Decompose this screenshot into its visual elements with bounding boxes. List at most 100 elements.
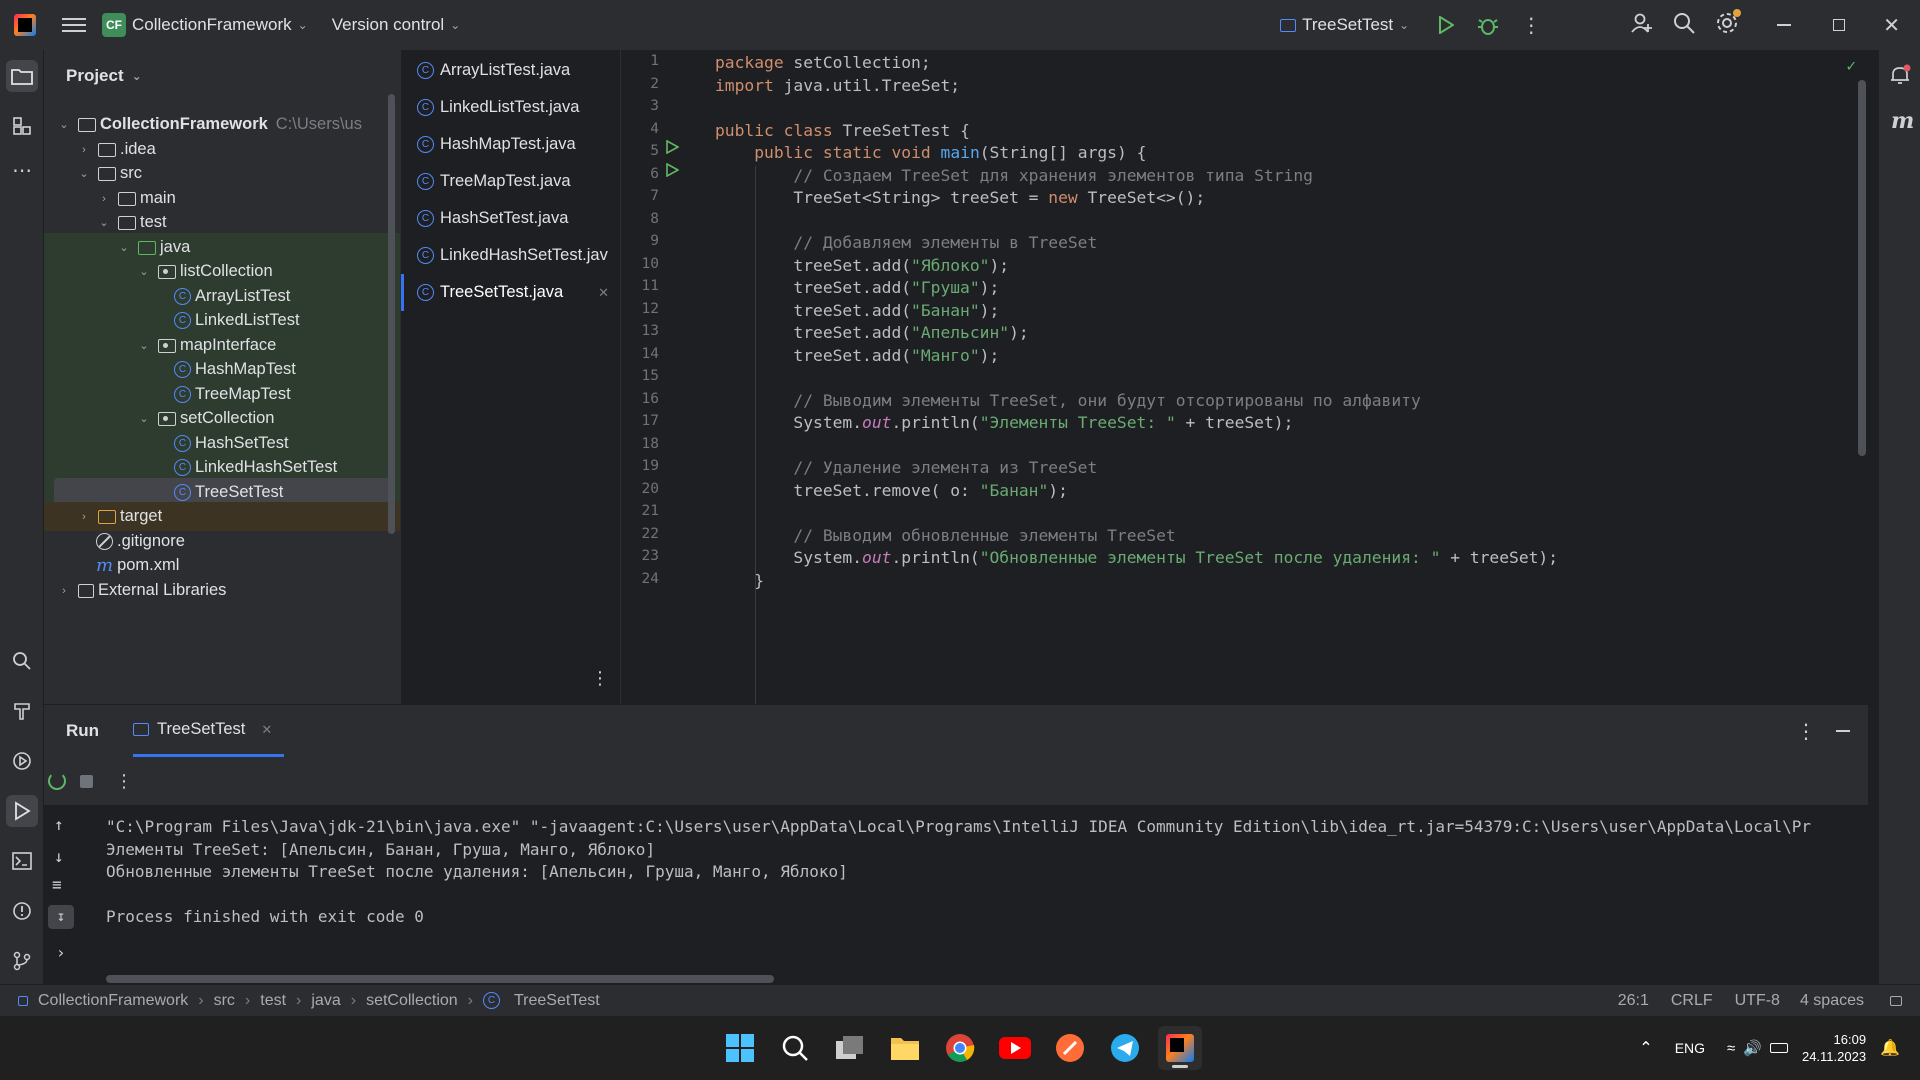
project-tool-folder-icon[interactable] [6, 60, 38, 92]
find-search-icon[interactable] [6, 645, 38, 677]
breadcrumb-item[interactable]: test [260, 992, 286, 1010]
run-tab-treesettest[interactable]: TreeSetTest ✕ [133, 705, 285, 757]
code-line[interactable]: treeSet.add("Апельсин"); [715, 323, 1028, 342]
telegram-icon[interactable] [1103, 1026, 1147, 1070]
run-button[interactable] [1435, 14, 1457, 36]
indent-setting[interactable]: 4 spaces [1800, 992, 1864, 1010]
more-run-actions-icon[interactable]: ⋮ [115, 771, 133, 792]
project-scrollbar[interactable] [388, 94, 395, 534]
code-line[interactable]: TreeSet<String> treeSet = new TreeSet<>(… [715, 188, 1205, 207]
services-icon[interactable] [6, 745, 38, 777]
code-line[interactable]: treeSet.add("Манго"); [715, 346, 999, 365]
code-line[interactable]: System.out.println("Элементы TreeSet: " … [715, 413, 1293, 432]
rerun-icon[interactable] [48, 772, 66, 790]
no-problems-check-icon[interactable]: ✓ [1846, 56, 1856, 75]
tab-arraylisttest[interactable]: C ArrayListTest.java [401, 52, 621, 89]
scroll-down-arrow-icon[interactable]: ↓ [54, 847, 64, 866]
run-options-icon[interactable]: ⋮ [1796, 719, 1816, 744]
code-line[interactable]: // Выводим элементы TreeSet, они будут о… [715, 391, 1420, 410]
git-branch-icon[interactable] [6, 945, 38, 977]
minimize-button[interactable] [1777, 24, 1792, 26]
file-encoding[interactable]: UTF-8 [1735, 992, 1780, 1010]
hide-panel-icon[interactable] [1836, 730, 1850, 732]
notification-center-icon[interactable]: 🔔 [1880, 1038, 1900, 1058]
main-menu-button[interactable] [62, 13, 86, 37]
tab-hashsettest[interactable]: C HashSetTest.java [401, 200, 621, 237]
code-line[interactable]: // Создаем TreeSet для хранения элементо… [715, 166, 1313, 185]
clock[interactable]: 16:09 24.11.2023 [1802, 1031, 1866, 1065]
code-line[interactable]: import java.util.TreeSet; [715, 76, 960, 95]
maven-icon[interactable]: m [1891, 108, 1914, 134]
search-icon[interactable] [773, 1026, 817, 1070]
code-line[interactable]: // Добавляем элементы в TreeSet [715, 233, 1097, 252]
expand-more-icon[interactable]: › [56, 943, 66, 962]
intellij-taskbar-icon[interactable] [1158, 1026, 1202, 1070]
task-view-icon[interactable] [828, 1026, 872, 1070]
restore-button[interactable] [1833, 19, 1846, 31]
tab-linkedlisttest[interactable]: C LinkedListTest.java [401, 89, 621, 126]
notifications-bell-icon[interactable] [1889, 64, 1911, 91]
line-endings[interactable]: CRLF [1671, 992, 1713, 1010]
tab-treemaptest[interactable]: C TreeMapTest.java [401, 163, 621, 200]
tray-overflow-chevron-icon[interactable]: ⌃ [1639, 1038, 1652, 1058]
code-line[interactable]: treeSet.add("Груша"); [715, 278, 999, 297]
terminal-icon[interactable] [6, 845, 38, 877]
input-language[interactable]: ENG [1675, 1040, 1705, 1056]
chrome-icon[interactable] [938, 1026, 982, 1070]
tab-linkedhashsettest[interactable]: C LinkedHashSetTest.jav [401, 237, 621, 274]
tabs-more-icon[interactable]: ⋮ [591, 668, 609, 689]
file-explorer-icon[interactable] [883, 1026, 927, 1070]
breadcrumb-item[interactable]: src [214, 992, 235, 1010]
more-tools-icon[interactable]: ⋯ [6, 154, 38, 186]
volume-icon[interactable]: 🔊 [1743, 1039, 1762, 1057]
code-line[interactable]: treeSet.add("Банан"); [715, 301, 999, 320]
code-line[interactable]: public static void main(String[] args) { [715, 143, 1146, 162]
run-config-selector[interactable]: TreeSetTest ⌄ [1280, 15, 1409, 35]
postman-icon[interactable] [1048, 1026, 1092, 1070]
breadcrumb-item[interactable]: CollectionFramework [38, 992, 188, 1010]
scroll-to-end-icon[interactable]: ↧ [48, 905, 74, 929]
code-line[interactable]: // Выводим обновленные элементы TreeSet [715, 526, 1175, 545]
build-hammer-icon[interactable] [6, 695, 38, 727]
more-actions-button[interactable]: ⋮ [1521, 13, 1541, 38]
breadcrumb-item[interactable]: java [311, 992, 340, 1010]
console-hscrollbar[interactable] [106, 975, 774, 983]
editor-scrollbar[interactable] [1858, 80, 1866, 456]
code-line[interactable]: public class TreeSetTest { [715, 121, 970, 140]
stop-icon[interactable] [80, 774, 93, 788]
close-tab-icon[interactable]: ✕ [598, 285, 609, 301]
wifi-icon[interactable]: ≈ [1727, 1040, 1735, 1057]
windows-start-icon[interactable] [718, 1026, 762, 1070]
youtube-icon[interactable] [993, 1026, 1037, 1070]
code-line[interactable]: } [715, 571, 764, 590]
code-editor[interactable]: 1 2 3 4 5 6 7 8 9 10 11 12 13 14 15 16 17 18 19 20 21 22 23 24 … [621, 50, 1868, 704]
code-line[interactable]: // Удаление элемента из TreeSet [715, 458, 1097, 477]
tree-row-external-libraries[interactable]: › External Libraries [44, 576, 400, 605]
structure-icon[interactable] [6, 110, 38, 142]
run-tool-icon[interactable] [6, 795, 38, 827]
problems-icon[interactable] [6, 895, 38, 927]
code-line[interactable]: System.out.println("Обновленные элементы… [715, 548, 1558, 567]
add-user-icon[interactable] [1631, 12, 1653, 39]
tab-hashmaptest[interactable]: C HashMapTest.java [401, 126, 621, 163]
close-tab-icon[interactable]: ✕ [261, 722, 272, 738]
breadcrumb-item[interactable]: TreeSetTest [514, 992, 600, 1010]
breadcrumb-item[interactable]: setCollection [366, 992, 458, 1010]
soft-wrap-icon[interactable]: ≡ [52, 875, 62, 894]
code-line[interactable]: treeSet.add("Яблоко"); [715, 256, 1009, 275]
search-icon[interactable] [1673, 12, 1695, 39]
code-line[interactable]: treeSet.remove( o: "Банан"); [715, 481, 1068, 500]
run-main-gutter-icon[interactable] [665, 163, 679, 177]
settings-gear-icon[interactable] [1715, 8, 1742, 40]
project-panel-header[interactable]: Project ⌄ [44, 50, 400, 102]
scroll-up-arrow-icon[interactable]: ↑ [54, 815, 64, 834]
battery-icon[interactable] [1769, 1043, 1788, 1053]
tab-treesettest[interactable]: C TreeSetTest.java ✕ [401, 274, 621, 311]
code-line[interactable]: package setCollection; [715, 53, 931, 72]
console-output[interactable]: ↑ ↓ ≡ ↧ › "C:\Program Files\Java\jdk-21\… [44, 805, 1868, 985]
caret-position[interactable]: 26:1 [1618, 992, 1649, 1010]
close-window-button[interactable]: ✕ [1883, 13, 1900, 38]
vcs-menu[interactable]: Version control ⌄ [332, 15, 461, 35]
readonly-lock-icon[interactable] [1890, 995, 1902, 1006]
project-switcher[interactable]: CF CollectionFramework ⌄ [102, 13, 308, 37]
